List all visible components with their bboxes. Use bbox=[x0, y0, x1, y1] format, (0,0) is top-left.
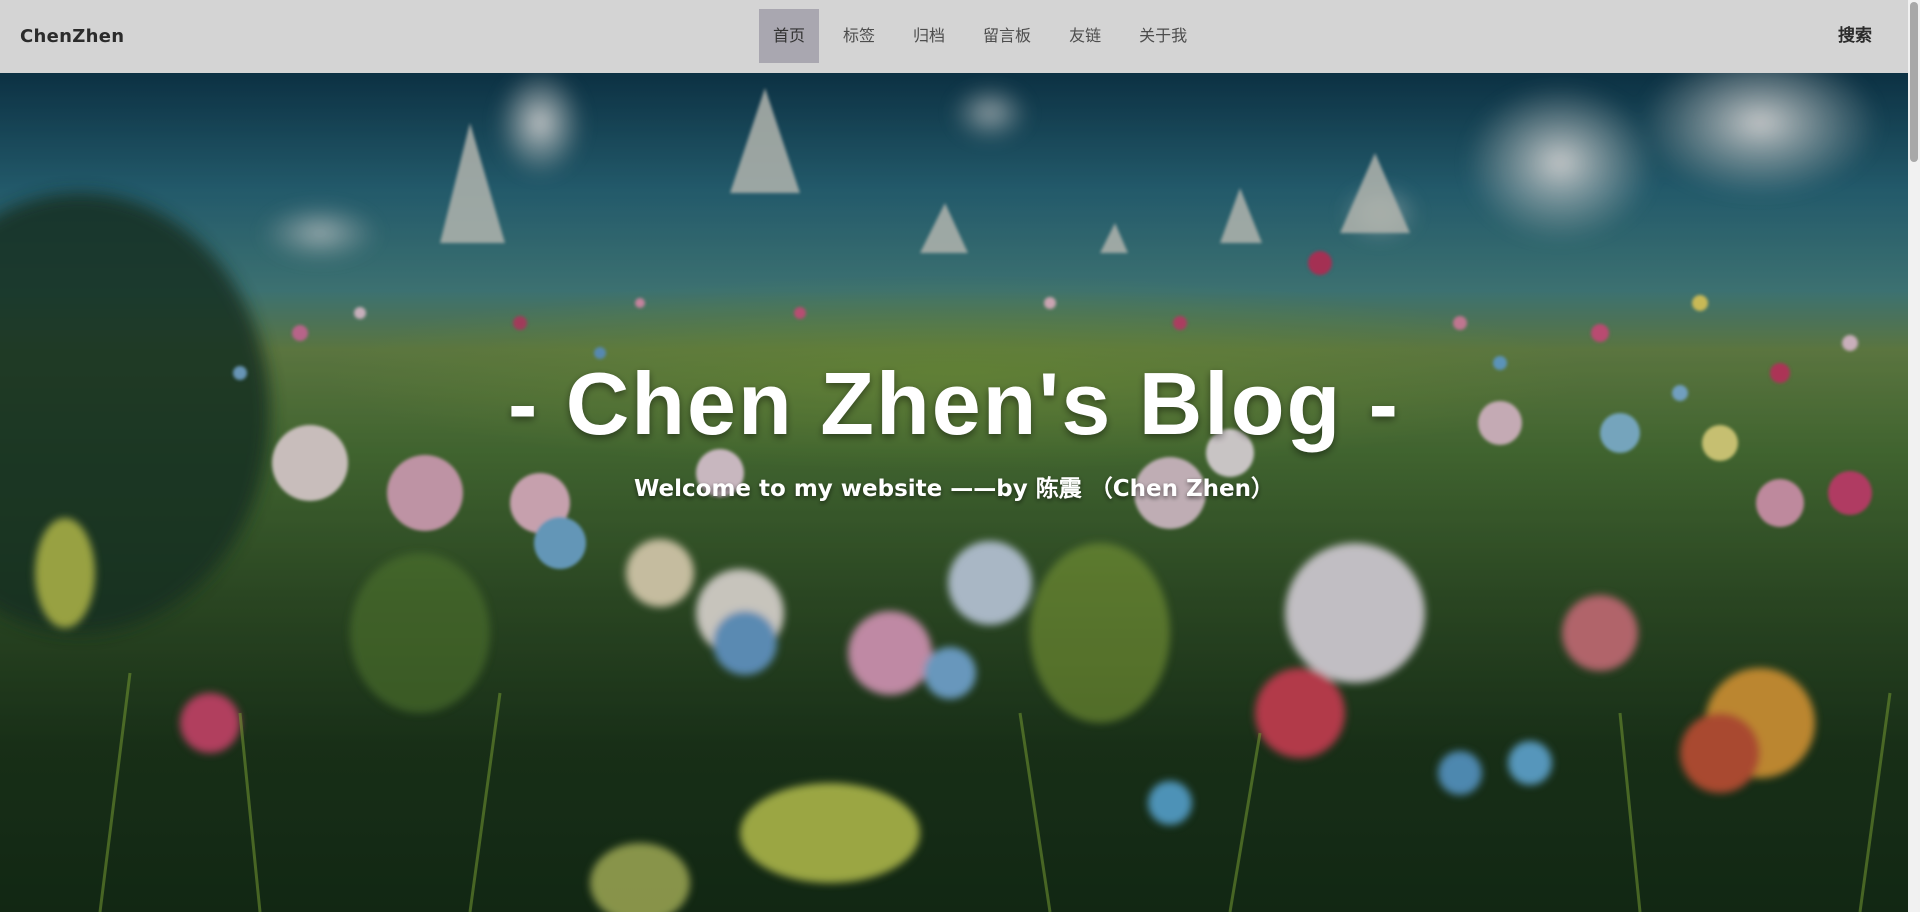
nav-link-friend-links[interactable]: 友链 bbox=[1055, 9, 1115, 63]
nav-links: 首页 标签 归档 留言板 友链 关于我 bbox=[759, 9, 1211, 63]
top-navbar: ChenZhen 首页 标签 归档 留言板 友链 关于我 搜索 bbox=[0, 0, 1908, 73]
nav-link-tags[interactable]: 标签 bbox=[829, 9, 889, 63]
nav-link-archive[interactable]: 归档 bbox=[899, 9, 959, 63]
search-button[interactable]: 搜索 bbox=[1838, 0, 1872, 73]
nav-link-home[interactable]: 首页 bbox=[759, 9, 820, 63]
hero-subtitle: Welcome to my website ——by 陈震 （Chen Zhen… bbox=[633, 476, 1275, 502]
site-brand-logo[interactable]: ChenZhen bbox=[20, 0, 124, 73]
hero-banner: - Chen Zhen's Blog - Welcome to my websi… bbox=[0, 73, 1908, 912]
scrollbar-thumb[interactable] bbox=[1910, 2, 1918, 162]
nav-link-guestbook[interactable]: 留言板 bbox=[969, 9, 1045, 63]
nav-link-about[interactable]: 关于我 bbox=[1125, 9, 1201, 63]
hero-title: - Chen Zhen's Blog - bbox=[508, 354, 1400, 453]
page-scrollbar[interactable] bbox=[1908, 0, 1920, 912]
